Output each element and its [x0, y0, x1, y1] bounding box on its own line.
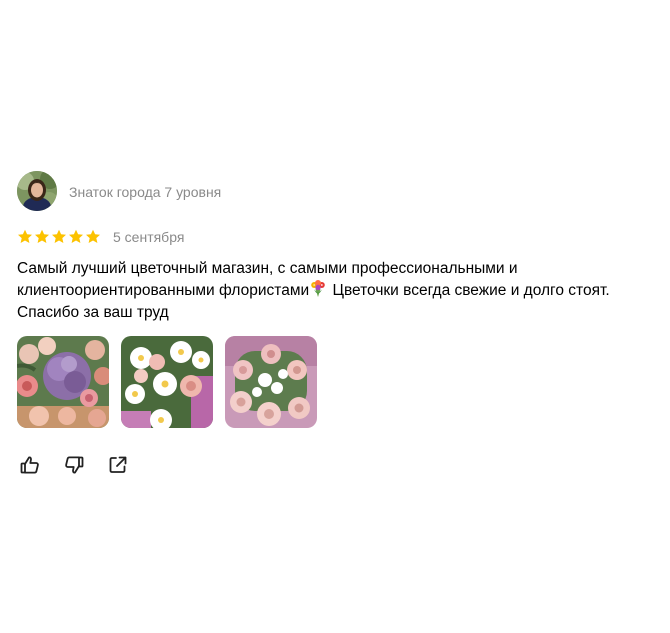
star-icon	[69, 229, 83, 243]
review-text: Самый лучший цветочный магазин, с самыми…	[17, 258, 657, 324]
review-actions	[19, 454, 657, 476]
share-button[interactable]	[107, 454, 129, 476]
bouquet-icon	[310, 280, 326, 298]
thumbs-up-icon	[20, 455, 40, 475]
star-icon	[52, 229, 66, 243]
dislike-button[interactable]	[63, 454, 85, 476]
thumbs-down-icon	[64, 455, 84, 475]
photo-gallery	[17, 336, 657, 428]
photo-bouquet-daisies[interactable]	[121, 336, 213, 428]
star-icon	[86, 229, 100, 243]
author-level: Знаток города 7 уровня	[69, 184, 222, 200]
star-icon	[35, 229, 49, 243]
star-icon	[18, 229, 32, 243]
photo-bouquet-roses[interactable]	[225, 336, 317, 428]
author-row: Знаток города 7 уровня	[17, 171, 657, 211]
like-button[interactable]	[19, 454, 41, 476]
rating-stars	[17, 229, 101, 245]
review-card: Знаток города 7 уровня 5 сентября Самый …	[17, 171, 657, 476]
avatar[interactable]	[17, 171, 57, 211]
photo-bouquet-hydrangea[interactable]	[17, 336, 109, 428]
share-icon	[108, 455, 128, 475]
rating-row: 5 сентября	[17, 228, 657, 246]
review-date: 5 сентября	[113, 229, 185, 245]
